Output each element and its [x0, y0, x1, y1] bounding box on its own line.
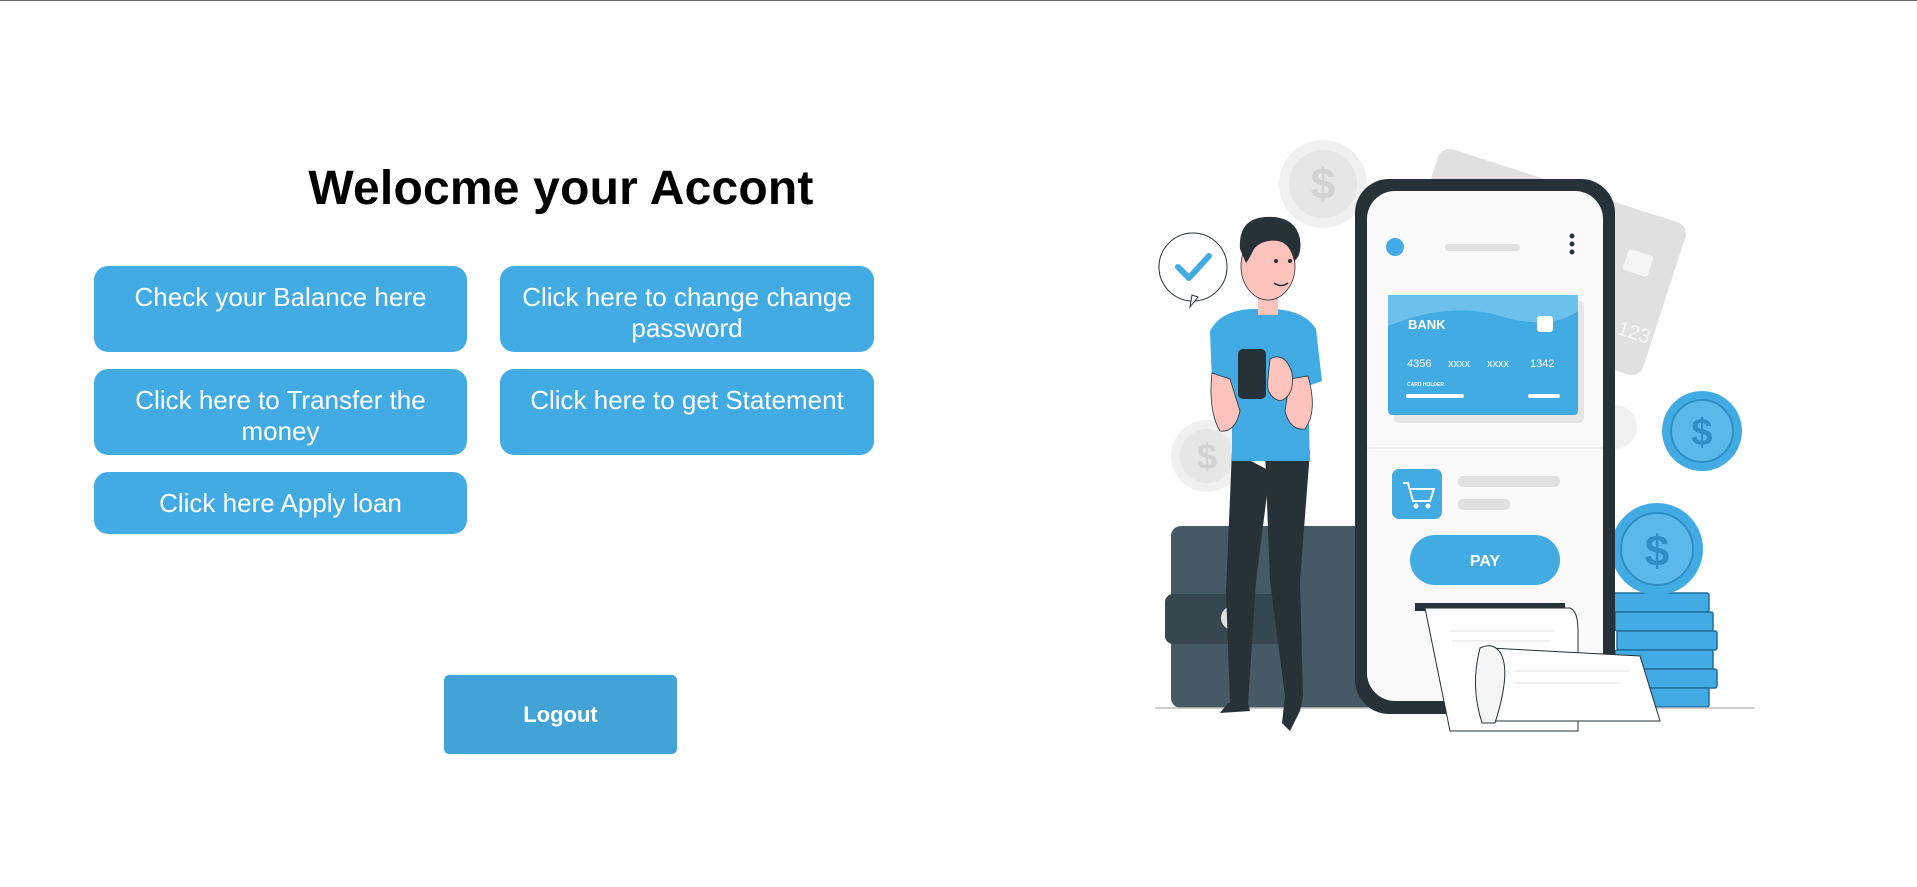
card-number-1: 4356 [1407, 358, 1431, 370]
bank-card: BANK 4356 xxxx xxxx 1342 CARD HOLDER [1388, 295, 1584, 423]
cart-icon [1392, 469, 1442, 519]
get-statement-button[interactable]: Click here to get Statement [500, 369, 874, 455]
card-brand: BANK [1408, 317, 1446, 332]
change-password-button[interactable]: Click here to change change password [500, 266, 874, 352]
banking-illustration: 789 123 $ $ $ $ BANK 4356 xxxx xxxx 1342… [1155, 140, 1755, 732]
blue-coin-small-icon: $ [1662, 391, 1742, 471]
checkmark-icon [1158, 232, 1228, 309]
pay-label: PAY [1470, 553, 1501, 570]
logout-button[interactable]: Logout [444, 675, 677, 754]
coin-symbol: $ [1645, 527, 1669, 576]
apply-loan-button[interactable]: Click here Apply loan [94, 472, 467, 534]
coin-symbol: $ [1197, 436, 1217, 477]
page: Welocme your Accont Check your Balance h… [0, 0, 1917, 887]
transfer-money-button[interactable]: Click here to Transfer the money [94, 369, 467, 455]
card-holder-label: CARD HOLDER [1407, 382, 1444, 388]
blue-coin-large-icon: $ [1611, 503, 1703, 595]
card-number-4: 1342 [1530, 358, 1554, 370]
page-title: Welocme your Accont [308, 162, 814, 215]
check-balance-button[interactable]: Check your Balance here [94, 266, 467, 352]
coin-symbol: $ [1691, 412, 1712, 454]
pay-button-graphic: PAY [1410, 535, 1560, 585]
coin-top-icon: $ [1279, 140, 1367, 228]
card-number-2: xxxx [1448, 358, 1471, 370]
card-number-3: xxxx [1487, 358, 1510, 370]
coin-symbol: $ [1311, 160, 1335, 209]
